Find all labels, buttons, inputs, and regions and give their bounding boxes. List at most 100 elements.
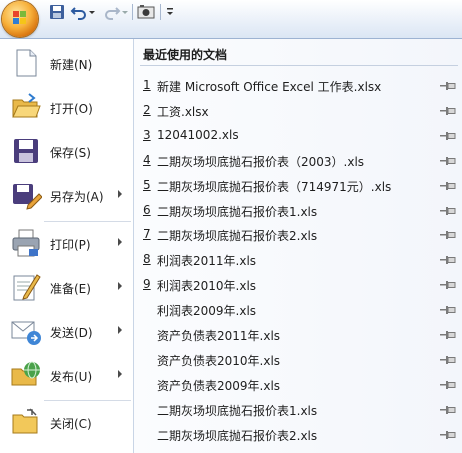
recent-document-item[interactable]: 2 工资.xlsx	[134, 98, 462, 123]
recent-document-item[interactable]: 6 二期灰场坝底抛石报价表1.xls	[134, 198, 462, 223]
recent-documents-pane: 最近使用的文档 1 新建 Microsoft Office Excel 工作表.x…	[133, 39, 462, 453]
pin-icon[interactable]	[440, 329, 456, 339]
menu-divider	[44, 221, 131, 222]
recent-document-number: 2	[143, 102, 151, 117]
prepare-command[interactable]: 准备(E)	[4, 267, 131, 307]
pin-icon[interactable]	[440, 80, 456, 90]
publish-icon	[11, 361, 40, 386]
recent-document-number: 5	[143, 177, 151, 192]
pin-icon[interactable]	[440, 155, 456, 165]
toolbar-divider	[160, 4, 161, 20]
office-logo-icon	[13, 11, 26, 24]
redo-icon[interactable]	[103, 3, 121, 21]
open-label: 打开(O)	[50, 102, 93, 116]
recent-document-name: 资产负债表2010年.xls	[157, 353, 281, 368]
recent-document-item[interactable]: 9 利润表2010年.xls	[134, 272, 462, 297]
recent-document-name: 利润表2010年.xls	[157, 279, 257, 294]
publish-command[interactable]: 发布(U)	[4, 355, 131, 395]
recent-document-name: 资产负债表2011年.xls	[157, 329, 281, 343]
send-label: 发送(D)	[50, 326, 93, 340]
save-icon[interactable]	[48, 3, 66, 21]
pin-icon[interactable]	[440, 429, 456, 439]
command-pane: 新建(N) 打开(O) 保存(S) 另存为(A) 打印(P) 准备(E) 发送(…	[4, 41, 131, 451]
close-folder-icon	[12, 408, 38, 434]
recent-document-name: 12041002.xls	[157, 127, 239, 142]
save-as-command[interactable]: 另存为(A)	[4, 175, 131, 215]
open-folder-icon	[12, 93, 41, 118]
submenu-arrow-icon	[118, 326, 122, 334]
office-button[interactable]	[2, 1, 38, 37]
recent-document-item[interactable]: 资产负债表2009年.xls	[134, 372, 462, 397]
save-as-icon	[13, 184, 42, 210]
recent-document-number: 7	[143, 227, 151, 242]
camera-icon[interactable]	[137, 3, 155, 21]
recent-document-name: 二期灰场坝底抛石报价表1.xls	[157, 204, 318, 219]
recent-document-number: 8	[143, 252, 151, 267]
new-label: 新建(N)	[50, 58, 93, 72]
print-label: 打印(P)	[50, 238, 91, 252]
open-command[interactable]: 打开(O)	[4, 87, 131, 127]
pin-icon[interactable]	[440, 180, 456, 190]
pin-icon[interactable]	[440, 254, 456, 265]
close-command[interactable]: 关闭(C)	[4, 402, 131, 442]
recent-document-name: 新建 Microsoft Office Excel 工作表.xlsx	[157, 80, 382, 94]
new-document-icon	[16, 49, 37, 77]
undo-dropdown-icon[interactable]	[88, 3, 96, 21]
save-disk-icon	[14, 139, 38, 163]
print-command[interactable]: 打印(P)	[4, 223, 131, 263]
pin-icon[interactable]	[440, 279, 456, 290]
undo-icon[interactable]	[70, 3, 88, 21]
send-command[interactable]: 发送(D)	[4, 311, 131, 351]
prepare-label: 准备(E)	[50, 282, 91, 296]
recent-document-item[interactable]: 1 新建 Microsoft Office Excel 工作表.xlsx	[134, 73, 462, 98]
recent-title-divider	[140, 65, 458, 66]
pin-icon[interactable]	[440, 304, 456, 315]
pin-icon[interactable]	[440, 105, 456, 115]
pin-icon[interactable]	[440, 354, 456, 364]
recent-document-item[interactable]: 8 利润表2011年.xls	[134, 247, 462, 272]
submenu-arrow-icon	[118, 282, 122, 290]
recent-document-item[interactable]: 利润表2009年.xls	[134, 297, 462, 322]
recent-document-number: 1	[143, 78, 151, 92]
redo-dropdown-icon[interactable]	[121, 3, 129, 21]
recent-document-number: 6	[143, 202, 151, 217]
recent-document-name: 二期灰场坝底抛石报价表2.xls	[157, 428, 318, 443]
new-command[interactable]: 新建(N)	[4, 43, 131, 83]
recent-document-name: 二期灰场坝底抛石报价表1.xls	[157, 403, 318, 418]
recent-document-number: 3	[143, 127, 151, 142]
recent-documents-title: 最近使用的文档	[143, 48, 228, 62]
recent-document-name: 工资.xlsx	[157, 104, 209, 119]
pin-icon[interactable]	[440, 130, 456, 140]
recent-document-name: 二期灰场坝底抛石报价表（2003）.xls	[157, 154, 365, 169]
toolbar-divider	[132, 4, 133, 20]
save-as-label: 另存为(A)	[50, 190, 104, 204]
recent-document-item[interactable]: 资产负债表2011年.xls	[134, 322, 462, 347]
publish-label: 发布(U)	[50, 370, 93, 384]
send-icon	[11, 321, 41, 345]
save-command[interactable]: 保存(S)	[4, 131, 131, 171]
recent-document-item[interactable]: 资产负债表2010年.xls	[134, 347, 462, 372]
printer-icon	[12, 229, 40, 257]
recent-document-item[interactable]: 4 二期灰场坝底抛石报价表（2003）.xls	[134, 148, 462, 173]
recent-document-item[interactable]: 3 12041002.xls	[134, 123, 462, 148]
menu-divider	[44, 400, 131, 401]
recent-document-item[interactable]: 7 二期灰场坝底抛石报价表2.xls	[134, 222, 462, 247]
submenu-arrow-icon	[118, 370, 122, 378]
pin-icon[interactable]	[440, 229, 456, 240]
recent-document-item[interactable]: 二期灰场坝底抛石报价表2.xls	[134, 422, 462, 447]
recent-document-item[interactable]: 二期灰场坝底抛石报价表1.xls	[134, 397, 462, 422]
save-label: 保存(S)	[50, 146, 91, 160]
quick-access-toolbar	[0, 0, 462, 38]
recent-document-item[interactable]: 5 二期灰场坝底抛石报价表（714971元）.xls	[134, 173, 462, 198]
prepare-pencil-icon	[13, 274, 41, 301]
pin-icon[interactable]	[440, 205, 456, 215]
recent-document-number: 4	[143, 152, 151, 167]
pin-icon[interactable]	[440, 379, 456, 389]
submenu-arrow-icon	[118, 238, 122, 246]
customize-toolbar-icon[interactable]	[164, 3, 176, 21]
pin-icon[interactable]	[440, 404, 456, 414]
recent-document-number: 9	[143, 277, 151, 292]
recent-document-name: 资产负债表2009年.xls	[157, 378, 281, 393]
submenu-arrow-icon	[118, 190, 122, 198]
recent-document-name: 利润表2011年.xls	[157, 254, 257, 269]
